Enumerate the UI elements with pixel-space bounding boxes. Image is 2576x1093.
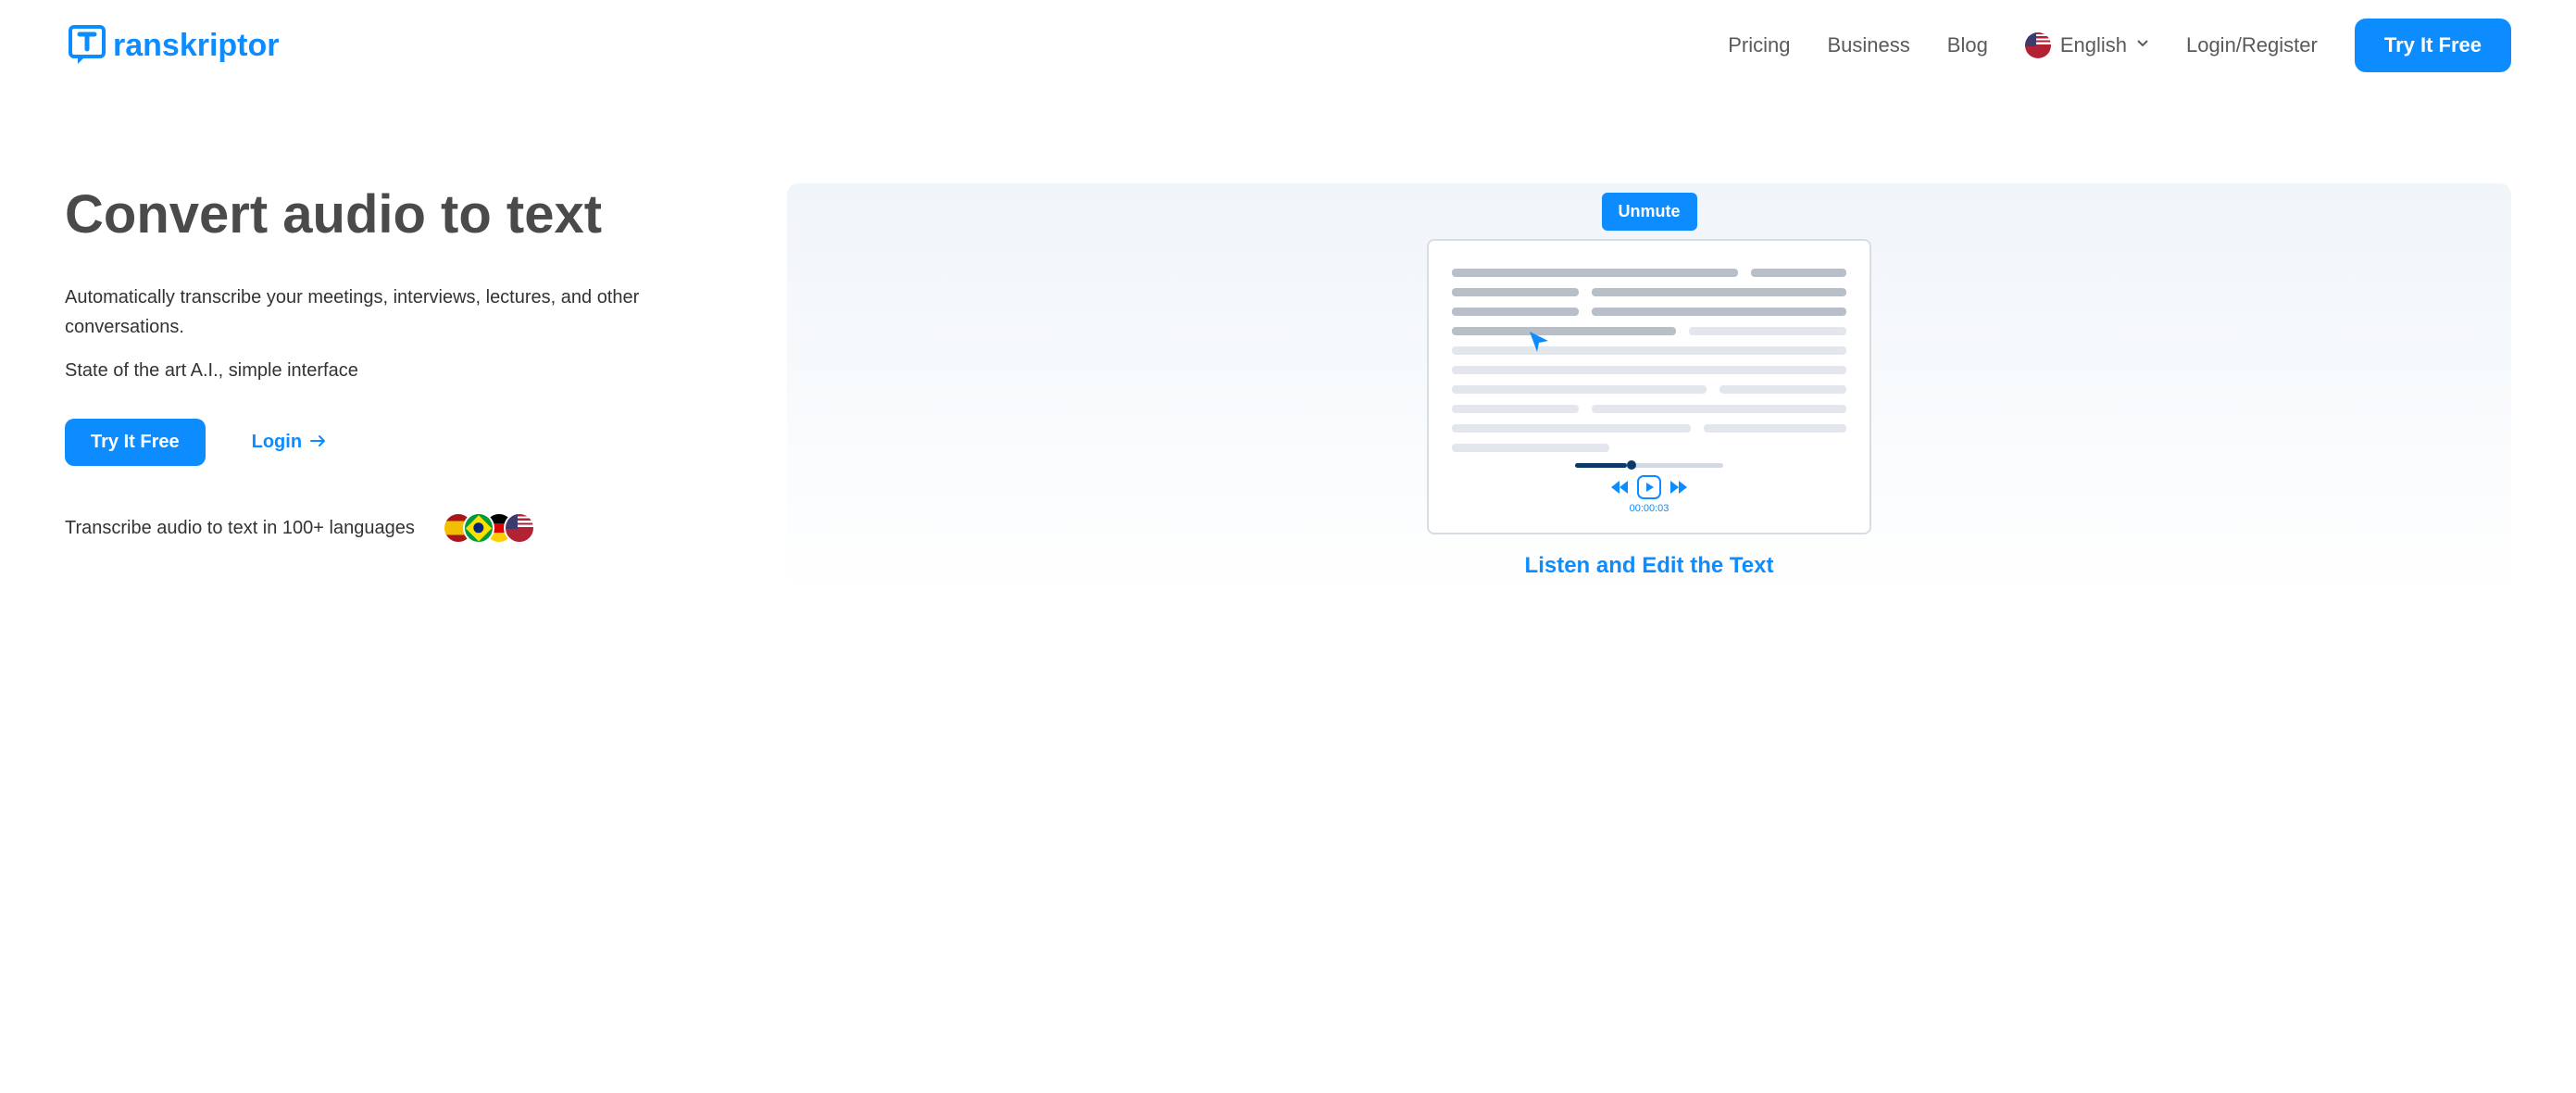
hero-login-link[interactable]: Login	[252, 432, 328, 453]
preview-caption: Listen and Edit the Text	[1525, 553, 1774, 579]
hero-actions: Try It Free Login	[65, 419, 732, 466]
arrow-right-icon	[309, 433, 328, 452]
login-link-text: Login	[252, 432, 302, 453]
preview-panel: Unmute 00:00:03	[787, 183, 2511, 597]
play-icon[interactable]	[1637, 475, 1661, 499]
rewind-icon[interactable]	[1611, 481, 1628, 494]
player-controls	[1452, 475, 1846, 499]
chevron-down-icon	[2136, 37, 2149, 55]
logo[interactable]: ranskriptor	[65, 23, 280, 68]
nav-blog[interactable]: Blog	[1947, 33, 1988, 57]
nav-business[interactable]: Business	[1827, 33, 1909, 57]
player-time: 00:00:03	[1452, 503, 1846, 514]
logo-icon	[65, 23, 109, 68]
forward-icon[interactable]	[1670, 481, 1687, 494]
header: ranskriptor Pricing Business Blog Englis…	[0, 0, 2576, 91]
language-label: English	[2060, 33, 2127, 57]
languages-text: Transcribe audio to text in 100+ languag…	[65, 518, 415, 539]
cursor-icon	[1526, 328, 1552, 354]
languages-footer: Transcribe audio to text in 100+ languag…	[65, 512, 732, 544]
hero-cta-button[interactable]: Try It Free	[65, 419, 206, 466]
hero-content: Convert audio to text Automatically tran…	[65, 183, 732, 597]
unmute-button[interactable]: Unmute	[1602, 193, 1697, 231]
logo-text: ranskriptor	[113, 28, 280, 64]
us-flag-icon-2	[504, 512, 535, 544]
hero-title: Convert audio to text	[65, 183, 732, 245]
hero-description: Automatically transcribe your meetings, …	[65, 283, 732, 342]
player-track[interactable]	[1575, 463, 1723, 468]
main-nav: Pricing Business Blog English Login/Regi…	[1728, 19, 2511, 72]
nav-login-register[interactable]: Login/Register	[2186, 33, 2318, 57]
transcript-panel: 00:00:03	[1427, 239, 1871, 534]
brazil-flag-icon	[463, 512, 494, 544]
us-flag-icon	[2025, 32, 2051, 58]
hero-description-2: State of the art A.I., simple interface	[65, 360, 732, 382]
nav-pricing[interactable]: Pricing	[1728, 33, 1790, 57]
hero-section: Convert audio to text Automatically tran…	[0, 91, 2576, 634]
flag-stack	[443, 512, 535, 544]
language-selector[interactable]: English	[2025, 32, 2149, 58]
header-cta-button[interactable]: Try It Free	[2355, 19, 2511, 72]
